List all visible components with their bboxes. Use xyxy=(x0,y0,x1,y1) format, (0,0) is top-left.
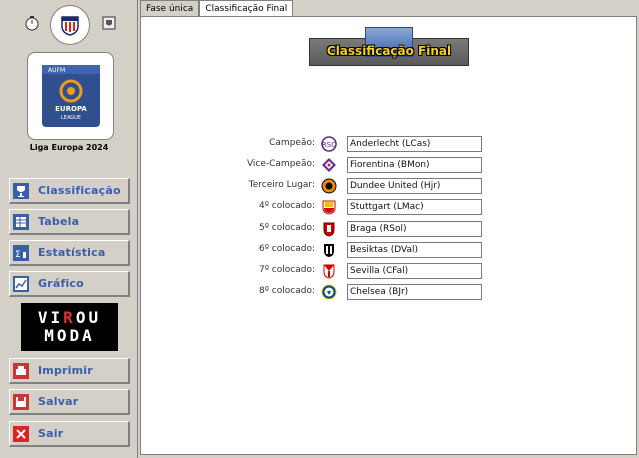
sponsor-text-4: MODA xyxy=(44,326,95,345)
grafico-label: Gráfico xyxy=(38,277,84,290)
printer-icon xyxy=(13,362,29,379)
league-name: Liga Europa 2024 xyxy=(29,143,109,152)
club-badge-button[interactable] xyxy=(50,5,90,45)
classificacao-label: Classificação xyxy=(38,184,121,197)
team-field[interactable]: Dundee United (Hjr) xyxy=(347,178,482,194)
imprimir-label: Imprimir xyxy=(38,364,93,377)
position-label: 4º colocado: xyxy=(258,201,315,211)
save-icon xyxy=(13,393,29,410)
statistics-icon: Σ xyxy=(13,244,29,261)
sevilla-badge-icon xyxy=(320,262,338,280)
position-label: Vice-Campeão: xyxy=(246,159,315,169)
tab-bar: Fase única Classificação Final xyxy=(140,0,294,17)
fiorentina-badge-icon xyxy=(320,156,338,174)
trophy-icon xyxy=(13,182,29,199)
app-window: AUFM EUROPA LEAGUE Liga Europa 2024 Clas… xyxy=(0,0,639,458)
chelsea-badge-icon xyxy=(320,283,338,301)
team-field[interactable]: Fiorentina (BMon) xyxy=(347,157,482,173)
sair-label: Sair xyxy=(38,427,64,440)
team-field[interactable]: Chelsea (BJr) xyxy=(347,284,482,300)
league-logo: AUFM EUROPA LEAGUE xyxy=(27,52,114,140)
tab-classificacao-final[interactable]: Classificação Final xyxy=(199,0,294,17)
classificacao-final-panel: Classificação Final Campeão: RSC Anderle… xyxy=(140,16,637,455)
anderlecht-badge-icon: RSC xyxy=(320,135,338,153)
tabela-button[interactable]: Tabela xyxy=(9,209,130,235)
estatistica-button[interactable]: Σ Estatística xyxy=(9,240,130,266)
standing-row: Terceiro Lugar: Dundee United (Hjr) xyxy=(141,177,638,195)
team-field[interactable]: Anderlecht (LCas) xyxy=(347,136,482,152)
braga-badge-icon xyxy=(320,220,338,238)
team-field[interactable]: Braga (RSol) xyxy=(347,221,482,237)
svg-text:AUFM: AUFM xyxy=(48,67,65,74)
sponsor-text-2: R xyxy=(63,308,76,327)
svg-text:EUROPA: EUROPA xyxy=(55,105,87,113)
svg-text:LEAGUE: LEAGUE xyxy=(61,115,81,121)
standing-row: 8º colocado: Chelsea (BJr) xyxy=(141,283,638,301)
salvar-button[interactable]: Salvar xyxy=(9,389,130,415)
standing-row: 5º colocado: Braga (RSol) xyxy=(141,220,638,238)
team-field[interactable]: Sevilla (CFal) xyxy=(347,263,482,279)
sponsor-text-1: VI xyxy=(37,308,64,327)
classificacao-button[interactable]: Classificação xyxy=(9,178,130,204)
stopwatch-icon[interactable] xyxy=(23,14,41,32)
position-label: 6º colocado: xyxy=(258,244,315,254)
standing-row: 7º colocado: Sevilla (CFal) xyxy=(141,262,638,280)
position-label: Campeão: xyxy=(269,138,315,148)
dundee-united-badge-icon xyxy=(320,177,338,195)
position-label: 8º colocado: xyxy=(258,286,315,296)
sair-button[interactable]: Sair xyxy=(9,421,130,447)
tab-fase-unica[interactable]: Fase única xyxy=(140,0,200,16)
standing-row: Vice-Campeão: Fiorentina (BMon) xyxy=(141,156,638,174)
estatistica-label: Estatística xyxy=(38,246,106,259)
cup-icon[interactable] xyxy=(100,14,118,32)
close-icon xyxy=(13,425,29,442)
position-label: Terceiro Lugar: xyxy=(248,180,315,190)
svg-text:Σ: Σ xyxy=(15,250,21,260)
position-label: 7º colocado: xyxy=(258,265,315,275)
tabela-label: Tabela xyxy=(38,215,80,228)
position-label: 5º colocado: xyxy=(258,223,315,233)
sidebar: AUFM EUROPA LEAGUE Liga Europa 2024 Clas… xyxy=(0,0,138,458)
grafico-button[interactable]: Gráfico xyxy=(9,271,130,297)
team-field[interactable]: Besiktas (DVal) xyxy=(347,242,482,258)
svg-text:RSC: RSC xyxy=(322,141,336,149)
besiktas-badge-icon xyxy=(320,241,338,259)
standing-row: 6º colocado: Besiktas (DVal) xyxy=(141,241,638,259)
sponsor-logo: VIROU MODA xyxy=(21,303,118,351)
standing-row: 4º colocado: Stuttgart (LMac) xyxy=(141,198,638,216)
standing-row: Campeão: RSC Anderlecht (LCas) xyxy=(141,135,638,153)
salvar-label: Salvar xyxy=(38,395,79,408)
imprimir-button[interactable]: Imprimir xyxy=(9,358,130,384)
title-banner: Classificação Final xyxy=(309,27,469,67)
table-icon xyxy=(13,213,29,230)
page-title: Classificação Final xyxy=(326,44,452,58)
team-field[interactable]: Stuttgart (LMac) xyxy=(347,199,482,215)
sponsor-text-3: OU xyxy=(75,308,102,327)
stuttgart-badge-icon xyxy=(320,198,338,216)
chart-icon xyxy=(13,275,29,292)
